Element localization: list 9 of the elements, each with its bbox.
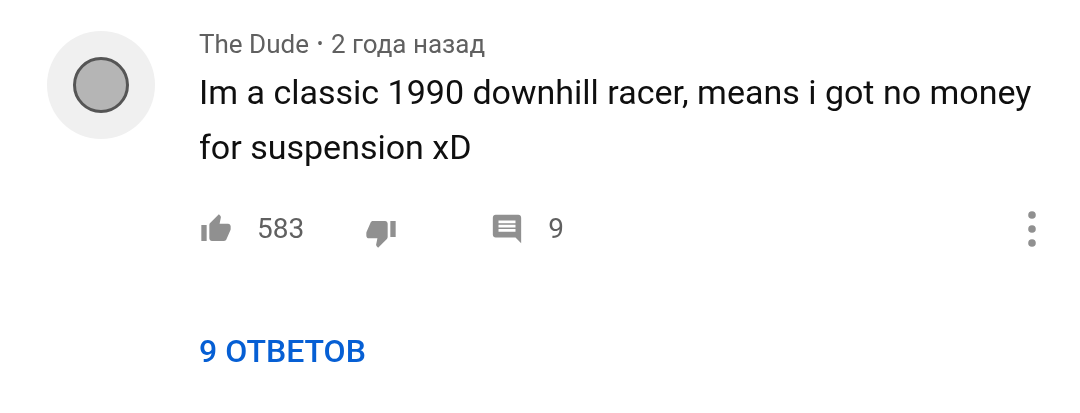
separator-dot: •	[316, 32, 323, 56]
more-options-icon	[1028, 210, 1036, 248]
reply-count: 9	[548, 211, 564, 247]
like-count: 583	[257, 211, 305, 247]
comment-text: Im a classic 1990 downhill racer, means i got no money for suspension xD	[199, 71, 1033, 169]
comment-time: 2 года назад	[331, 28, 486, 61]
replies-link[interactable]: 9 ОТВЕТОВ	[199, 331, 366, 371]
author-name[interactable]: The Dude	[199, 27, 309, 61]
more-options-button[interactable]	[1025, 209, 1039, 249]
